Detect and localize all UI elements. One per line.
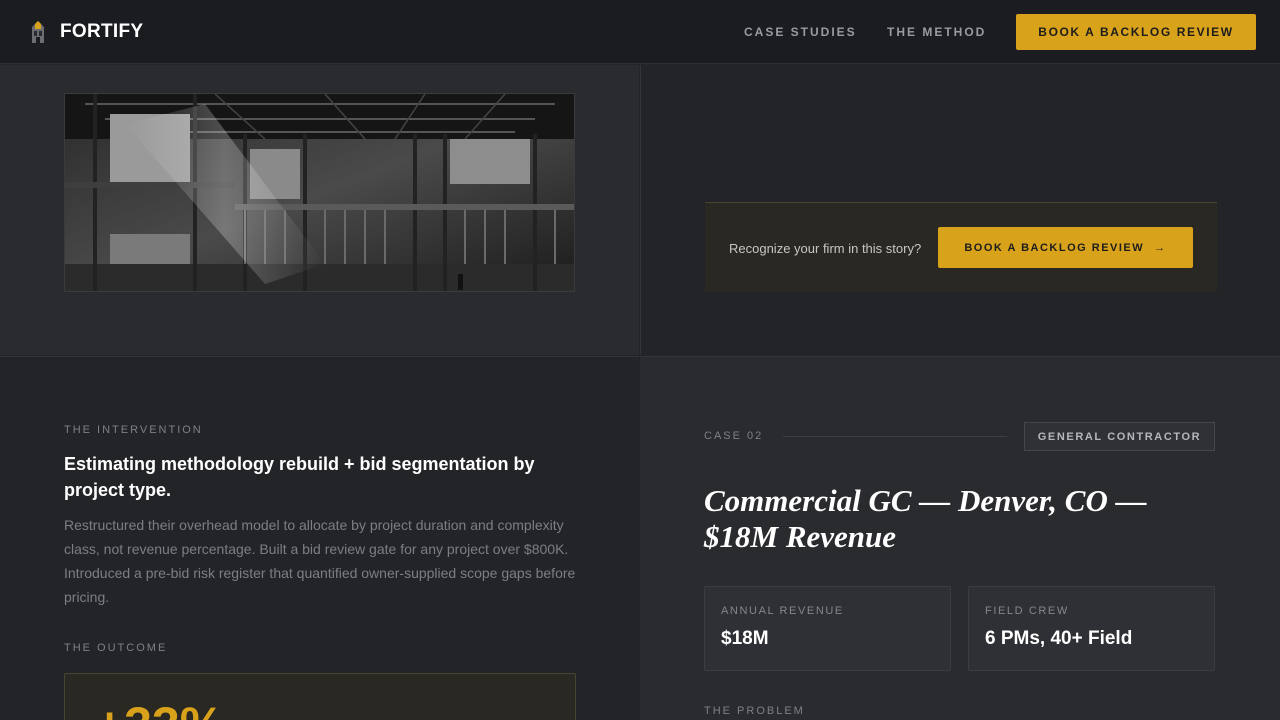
outcome-box: +33% xyxy=(64,673,576,720)
brand[interactable]: FORTIFY xyxy=(28,20,143,44)
arrow-right-icon: → xyxy=(1154,241,1167,254)
cta-book-review-button[interactable]: BOOK A BACKLOG REVIEW → xyxy=(938,227,1193,268)
stat-card-revenue: ANNUAL REVENUE $18M xyxy=(704,586,951,671)
stat-card-field-crew: FIELD CREW 6 PMs, 40+ Field xyxy=(968,586,1215,671)
cta-button-label: BOOK A BACKLOG REVIEW xyxy=(964,241,1145,254)
construction-photo xyxy=(64,93,575,292)
case-number-label: CASE 02 xyxy=(704,430,764,442)
intervention-section: THE INTERVENTION Estimating methodology … xyxy=(0,356,639,720)
cta-panel: Recognize your firm in this story? BOOK … xyxy=(640,65,1280,355)
intervention-title: Estimating methodology rebuild + bid seg… xyxy=(64,454,535,500)
fortify-logo-icon xyxy=(32,21,44,43)
case-photo-panel xyxy=(0,65,639,355)
nav-book-review-button[interactable]: BOOK A BACKLOG REVIEW xyxy=(1016,14,1256,50)
case-title: Commercial GC — Denver, CO — $18M Revenu… xyxy=(704,483,1147,554)
stat-label: ANNUAL REVENUE xyxy=(721,605,844,617)
industry-badge: GENERAL CONTRACTOR xyxy=(1024,422,1215,451)
case-divider xyxy=(783,436,1007,437)
nav-link-case-studies[interactable]: CASE STUDIES xyxy=(744,25,857,39)
problem-label: THE PROBLEM xyxy=(704,705,805,717)
cta-text: Recognize your firm in this story? xyxy=(729,241,922,256)
intervention-label: THE INTERVENTION xyxy=(64,424,203,436)
case-section: CASE 02 GENERAL CONTRACTOR Commercial GC… xyxy=(640,356,1280,720)
intervention-body: Restructured their overhead model to all… xyxy=(64,517,576,605)
cta-box: Recognize your firm in this story? BOOK … xyxy=(705,202,1217,292)
nav-link-the-method[interactable]: THE METHOD xyxy=(887,25,986,39)
brand-name: FORTIFY xyxy=(60,21,144,42)
stat-value: $18M xyxy=(721,628,769,649)
top-nav: FORTIFY CASE STUDIES THE METHOD BOOK A B… xyxy=(0,0,1280,64)
stat-label: FIELD CREW xyxy=(985,605,1069,617)
outcome-label: THE OUTCOME xyxy=(64,642,168,654)
outcome-value: +33% xyxy=(95,696,224,720)
stat-value: 6 PMs, 40+ Field xyxy=(985,628,1133,649)
